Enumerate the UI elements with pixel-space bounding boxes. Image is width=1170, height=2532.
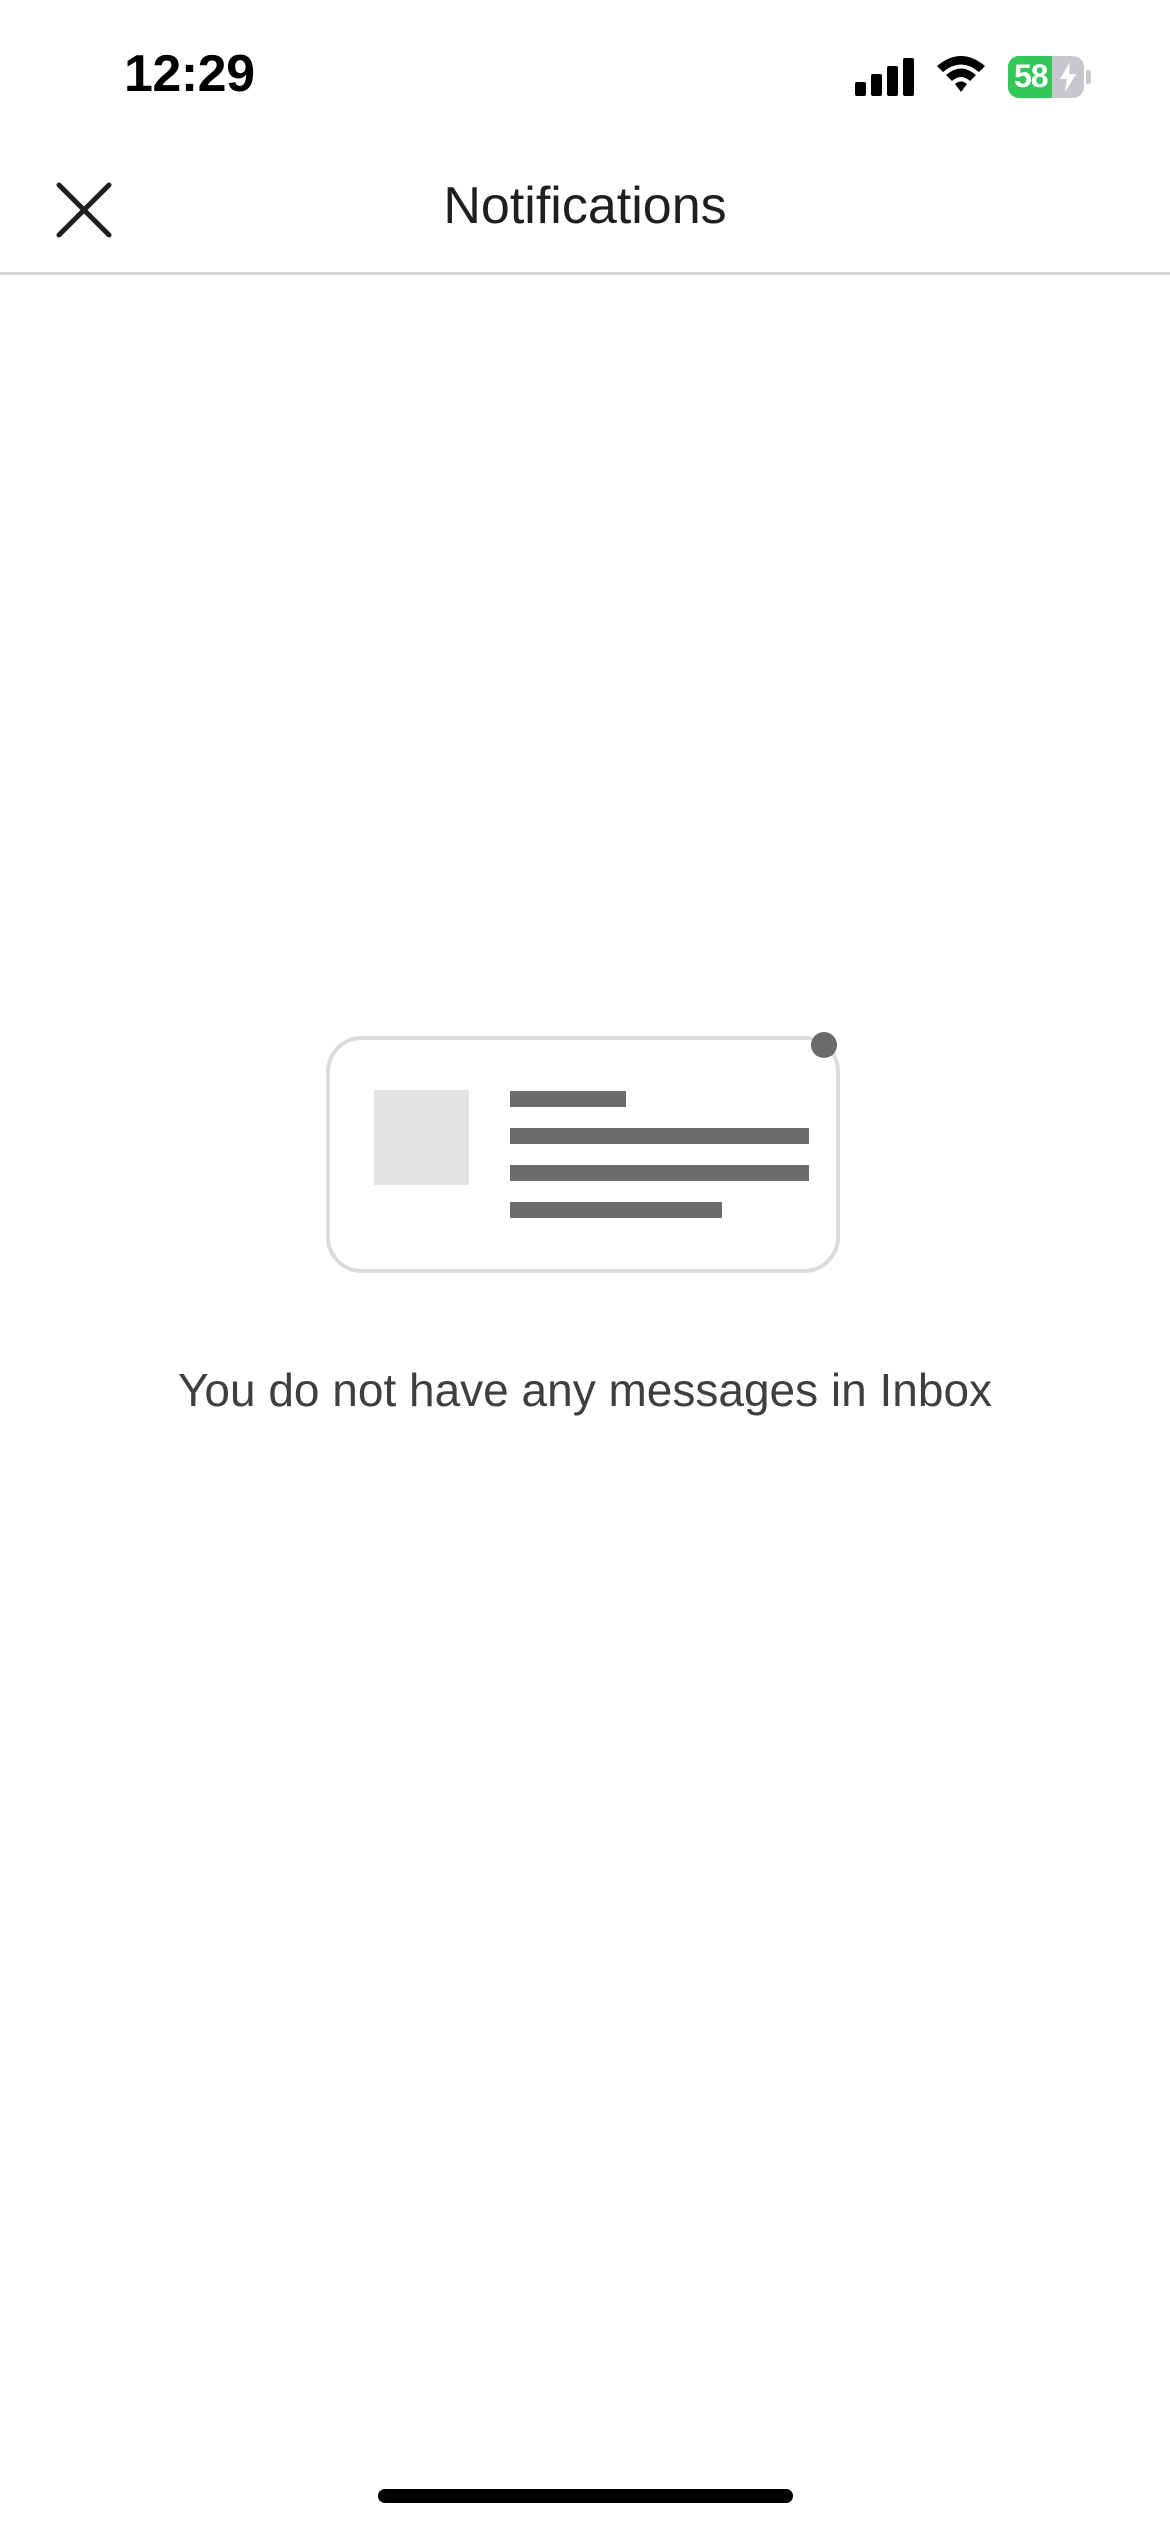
empty-state-message: You do not have any messages in Inbox — [177, 1364, 993, 1416]
battery-body: 58 — [1008, 56, 1084, 98]
battery-level: 58 — [1014, 58, 1049, 94]
navigation-header: Notifications — [0, 150, 1170, 275]
status-bar: 12:29 58 — [0, 0, 1170, 150]
battery-charging-icon: 58 — [1008, 56, 1091, 98]
empty-inbox-illustration-icon — [326, 1030, 846, 1275]
status-time: 12:29 — [124, 45, 255, 103]
wifi-icon — [935, 52, 987, 96]
cellular-signal-icon — [855, 56, 915, 96]
page-title: Notifications — [443, 177, 727, 235]
battery-cap — [1086, 70, 1091, 84]
home-indicator[interactable] — [378, 2489, 793, 2503]
charging-bolt-icon — [1060, 62, 1076, 92]
notifications-screen: 12:29 58 Notifications You do not have a… — [0, 0, 1170, 2532]
